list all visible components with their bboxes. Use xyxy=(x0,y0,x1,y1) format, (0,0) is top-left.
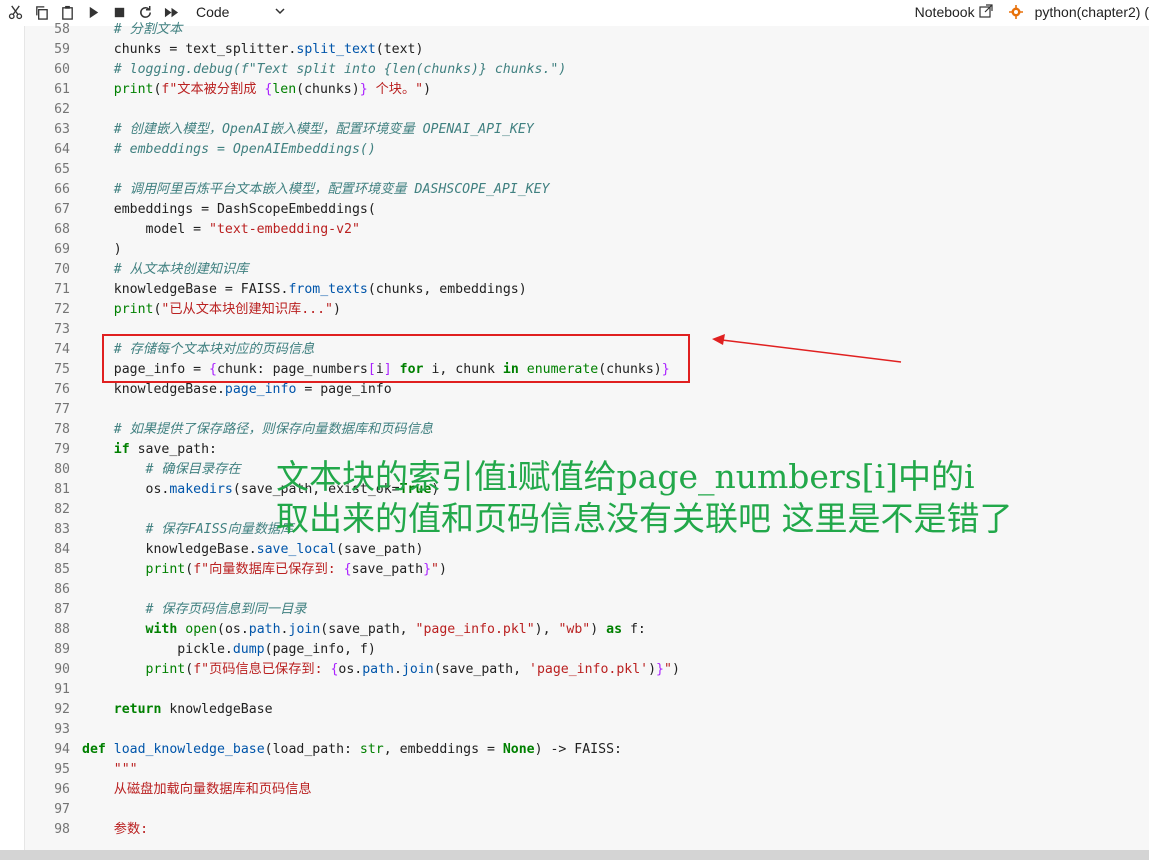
annotation-arrow xyxy=(712,334,902,363)
annotation-text-line2: 取出来的值和页码信息没有关联吧 这里是不是错了 xyxy=(276,499,1013,538)
horizontal-scrollbar[interactable] xyxy=(0,850,1149,860)
annotation-text-line1: 文本块的索引值i赋值给page_numbers[i]中的i xyxy=(276,457,975,496)
